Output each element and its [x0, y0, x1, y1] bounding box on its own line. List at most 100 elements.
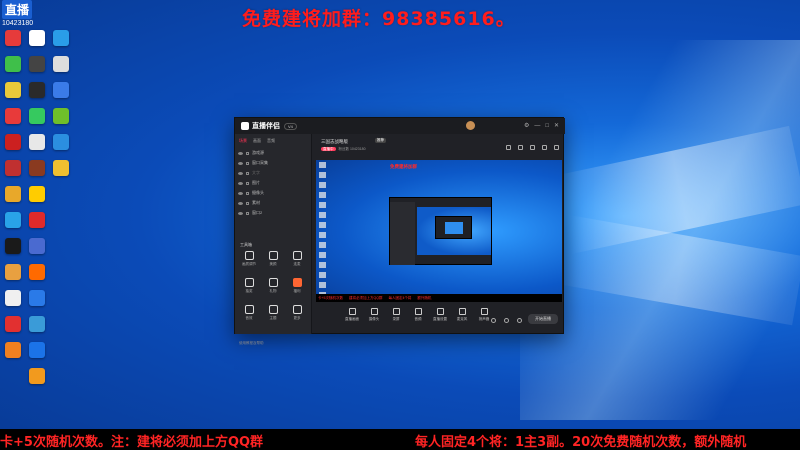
lock-icon[interactable] [246, 161, 249, 165]
toolbox-item[interactable]: 更多 [286, 305, 308, 327]
desktop-shortcut[interactable] [2, 56, 24, 82]
desktop-shortcut[interactable] [2, 82, 24, 108]
help-link[interactable]: 使用教程及帮助 [239, 341, 264, 346]
desktop-shortcut[interactable] [50, 82, 72, 108]
lock-icon[interactable] [246, 211, 249, 215]
stream-control-button[interactable]: 摄像头 [365, 304, 383, 332]
lock-icon[interactable] [246, 181, 249, 185]
desktop-shortcut[interactable] [26, 212, 48, 238]
scene-item[interactable]: 摄像头 [238, 188, 308, 198]
desktop-shortcut[interactable] [26, 238, 48, 264]
start-live-button[interactable]: 开始直播 [528, 314, 558, 324]
toolbox-item[interactable]: 音效 [238, 305, 260, 327]
stream-control-button[interactable]: 麦克风 [453, 304, 471, 332]
app-icon [29, 290, 45, 306]
scene-item[interactable]: 图片 [238, 178, 308, 188]
avatar[interactable] [466, 121, 475, 130]
desktop-shortcut[interactable] [2, 290, 24, 316]
control-icon [480, 308, 488, 315]
desktop-shortcut[interactable] [2, 342, 24, 368]
close-icon[interactable]: ✕ [554, 122, 559, 130]
desktop-shortcut[interactable] [50, 160, 72, 186]
toolbox-item[interactable]: 画质调节 [238, 251, 260, 273]
eye-icon[interactable] [238, 211, 243, 215]
scene-label: 窗口2 [252, 210, 263, 215]
toolbox-item[interactable]: 连麦 [286, 251, 308, 273]
app-icon [53, 108, 69, 124]
screen-icon[interactable] [542, 145, 547, 150]
grid-icon[interactable] [518, 145, 523, 150]
stream-control-button[interactable]: 录屏 [387, 304, 405, 332]
eye-icon[interactable] [238, 201, 243, 205]
top-banner-text: 免费建将加群：98385616。 [242, 8, 516, 30]
toolbox-item[interactable]: 美颜 [262, 251, 284, 273]
desktop-shortcut[interactable] [50, 30, 72, 56]
stream-preview[interactable]: 免费建将加群 卡+5次随机次数 建将必须加上方QQ群 每人固定4个将 额外随机 [316, 160, 562, 302]
scene-item[interactable]: 窗口2 [238, 208, 308, 218]
desktop-shortcut[interactable] [50, 108, 72, 134]
main-area: 三国志战略版 推荐 直播中 粉丝数 10423180 免费建将加群 卡+5次随机… [313, 134, 565, 334]
eye-icon[interactable] [238, 161, 243, 165]
desktop-shortcut[interactable] [50, 56, 72, 82]
scene-item[interactable]: 游戏源 [238, 148, 308, 158]
stream-control-button[interactable]: 音频 [409, 304, 427, 332]
lock-icon[interactable] [246, 191, 249, 195]
lock-icon[interactable] [246, 201, 249, 205]
toolbox-item[interactable]: 主题 [262, 305, 284, 327]
eye-icon[interactable] [238, 171, 243, 175]
desktop-shortcut[interactable] [50, 134, 72, 160]
layout-icon[interactable] [506, 145, 511, 150]
desktop-shortcut[interactable] [26, 108, 48, 134]
desktop-shortcut[interactable] [26, 264, 48, 290]
desktop-shortcut[interactable] [2, 238, 24, 264]
scene-item[interactable]: 素材 [238, 198, 308, 208]
live-companion-window[interactable]: 直播伴侣 V4 ⚙ — □ ✕ 场景 画面 音频 游戏源 窗口采集 文字 图片 摄像头 素材窗… [234, 117, 565, 345]
desktop-shortcut[interactable] [2, 264, 24, 290]
desktop-shortcut[interactable] [2, 108, 24, 134]
scene-item[interactable]: 窗口采集 [238, 158, 308, 168]
window-titlebar[interactable]: 直播伴侣 V4 ⚙ — □ ✕ [235, 118, 565, 134]
app-icon [5, 342, 21, 358]
desktop-shortcut[interactable] [26, 160, 48, 186]
eye-icon[interactable] [238, 181, 243, 185]
app-icon [29, 238, 45, 254]
desktop-shortcut[interactable] [26, 368, 48, 394]
desktop-shortcut[interactable] [2, 186, 24, 212]
desktop-shortcut[interactable] [26, 316, 48, 342]
scene-item[interactable]: 文字 [238, 168, 308, 178]
desktop-shortcut[interactable] [26, 56, 48, 82]
desktop-shortcut[interactable] [26, 186, 48, 212]
camera-icon[interactable] [491, 318, 496, 323]
desktop-shortcut[interactable] [2, 134, 24, 160]
scene-tab[interactable]: 场景 [239, 138, 247, 146]
desktop-shortcut[interactable] [26, 30, 48, 56]
eye-icon[interactable] [238, 151, 243, 155]
settings-icon[interactable] [517, 318, 522, 323]
toolbox-item[interactable]: 礼物 [262, 278, 284, 300]
minimize-icon[interactable]: — [534, 122, 540, 130]
lock-icon[interactable] [530, 145, 535, 150]
toolbox-item[interactable]: 抽奖 [238, 278, 260, 300]
stream-control-button[interactable]: 直播设置 [431, 304, 449, 332]
logo-mark: 直播 [2, 0, 33, 19]
share-icon[interactable] [554, 145, 559, 150]
desktop-shortcut[interactable] [26, 134, 48, 160]
toolbox-item[interactable]: 福利 [286, 278, 308, 300]
app-icon [29, 342, 45, 358]
stream-control-button[interactable]: 直播画面 [343, 304, 361, 332]
maximize-icon[interactable]: □ [545, 122, 549, 130]
desktop-shortcut[interactable] [2, 316, 24, 342]
settings-icon[interactable]: ⚙ [524, 122, 529, 130]
desktop-shortcut[interactable] [2, 212, 24, 238]
desktop-shortcut[interactable] [26, 82, 48, 108]
lock-icon[interactable] [246, 151, 249, 155]
desktop-shortcut[interactable] [26, 290, 48, 316]
scene-tab[interactable]: 画面 [253, 138, 261, 146]
lock-icon[interactable] [246, 171, 249, 175]
eye-icon[interactable] [238, 191, 243, 195]
scene-tab[interactable]: 音频 [267, 138, 275, 146]
desktop-shortcut[interactable] [26, 342, 48, 368]
desktop-shortcut[interactable] [2, 30, 24, 56]
desktop-shortcut[interactable] [2, 160, 24, 186]
stats-icon[interactable] [504, 318, 509, 323]
